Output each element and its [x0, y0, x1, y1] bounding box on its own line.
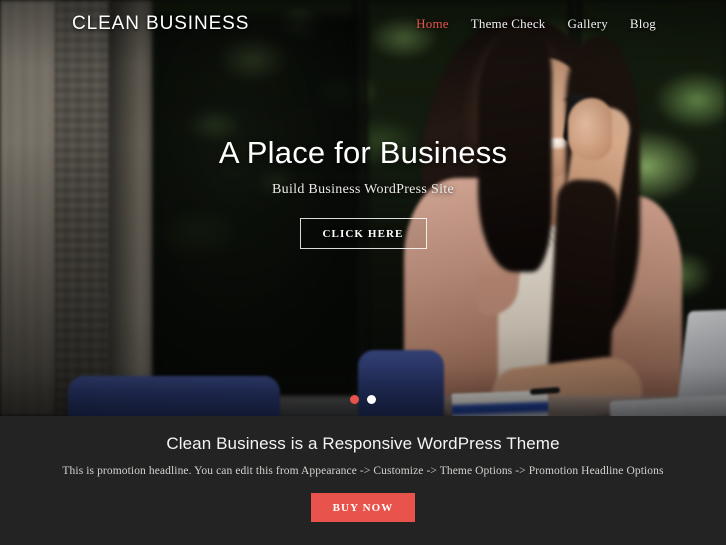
site-header: CLEAN BUSINESS Home Theme Check Gallery … [0, 0, 726, 48]
slider-dot-2[interactable] [367, 395, 376, 404]
nav-item-theme-check[interactable]: Theme Check [471, 16, 546, 32]
slide-cta-button[interactable]: CLICK HERE [299, 217, 427, 249]
primary-navigation: Home Theme Check Gallery Blog [416, 16, 656, 32]
slide-subtitle: Build Business WordPress Site [272, 181, 454, 197]
site-logo-title[interactable]: CLEAN BUSINESS [72, 13, 249, 35]
nav-item-gallery[interactable]: Gallery [568, 16, 608, 32]
hero-slider: CLEAN BUSINESS Home Theme Check Gallery … [0, 0, 726, 416]
slider-pagination [0, 395, 726, 404]
promotion-headline-section: Clean Business is a Responsive WordPress… [0, 416, 726, 545]
promotion-description: This is promotion headline. You can edit… [62, 465, 664, 477]
slide-title: A Place for Business [218, 135, 508, 170]
buy-now-button[interactable]: BUY NOW [310, 493, 416, 522]
slider-dot-1[interactable] [350, 395, 359, 404]
slide-caption: A Place for Business Build Business Word… [0, 134, 726, 249]
nav-item-blog[interactable]: Blog [630, 16, 656, 32]
nav-item-home[interactable]: Home [416, 16, 449, 32]
page-root: CLEAN BUSINESS Home Theme Check Gallery … [0, 0, 726, 545]
promotion-title: Clean Business is a Responsive WordPress… [166, 434, 560, 453]
